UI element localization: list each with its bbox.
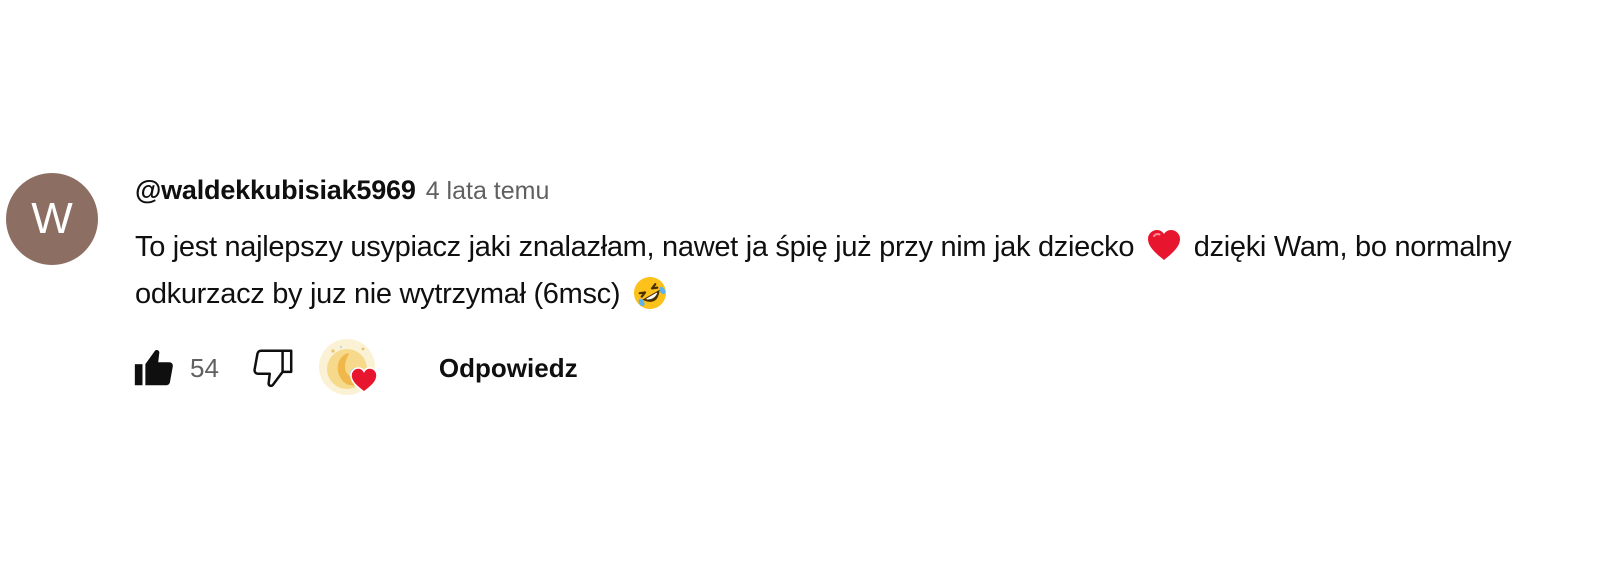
avatar[interactable]: W <box>6 173 98 265</box>
comment-timestamp[interactable]: 4 lata temu <box>426 177 550 206</box>
like-button[interactable] <box>128 342 180 394</box>
comment-thread: W @waldekkubisiak5969 4 lata temu To jes… <box>0 0 1600 575</box>
thumbs-up-filled-icon <box>134 350 173 386</box>
author-name[interactable]: @waldekkubisiak5969 <box>135 175 416 206</box>
comment-body: To jest najlepszy usypiacz jaki znalazła… <box>135 224 1575 318</box>
dislike-button[interactable] <box>247 342 299 394</box>
comment-header: @waldekkubisiak5969 4 lata temu <box>135 175 549 211</box>
reply-button[interactable]: Odpowiedz <box>435 343 582 394</box>
comment-actions: 54 Odpowiedz <box>128 339 582 397</box>
avatar-letter: W <box>31 194 73 243</box>
comment-text-part1: To jest najlepszy usypiacz jaki znalazła… <box>135 231 1135 263</box>
rolling-laughing-emoji-icon <box>634 277 667 309</box>
creator-heart[interactable] <box>318 339 379 397</box>
red-heart-emoji-icon <box>1147 230 1180 260</box>
creator-heart-icon <box>350 367 378 394</box>
like-count: 54 <box>190 352 219 383</box>
thumbs-down-outline-icon <box>253 349 293 388</box>
